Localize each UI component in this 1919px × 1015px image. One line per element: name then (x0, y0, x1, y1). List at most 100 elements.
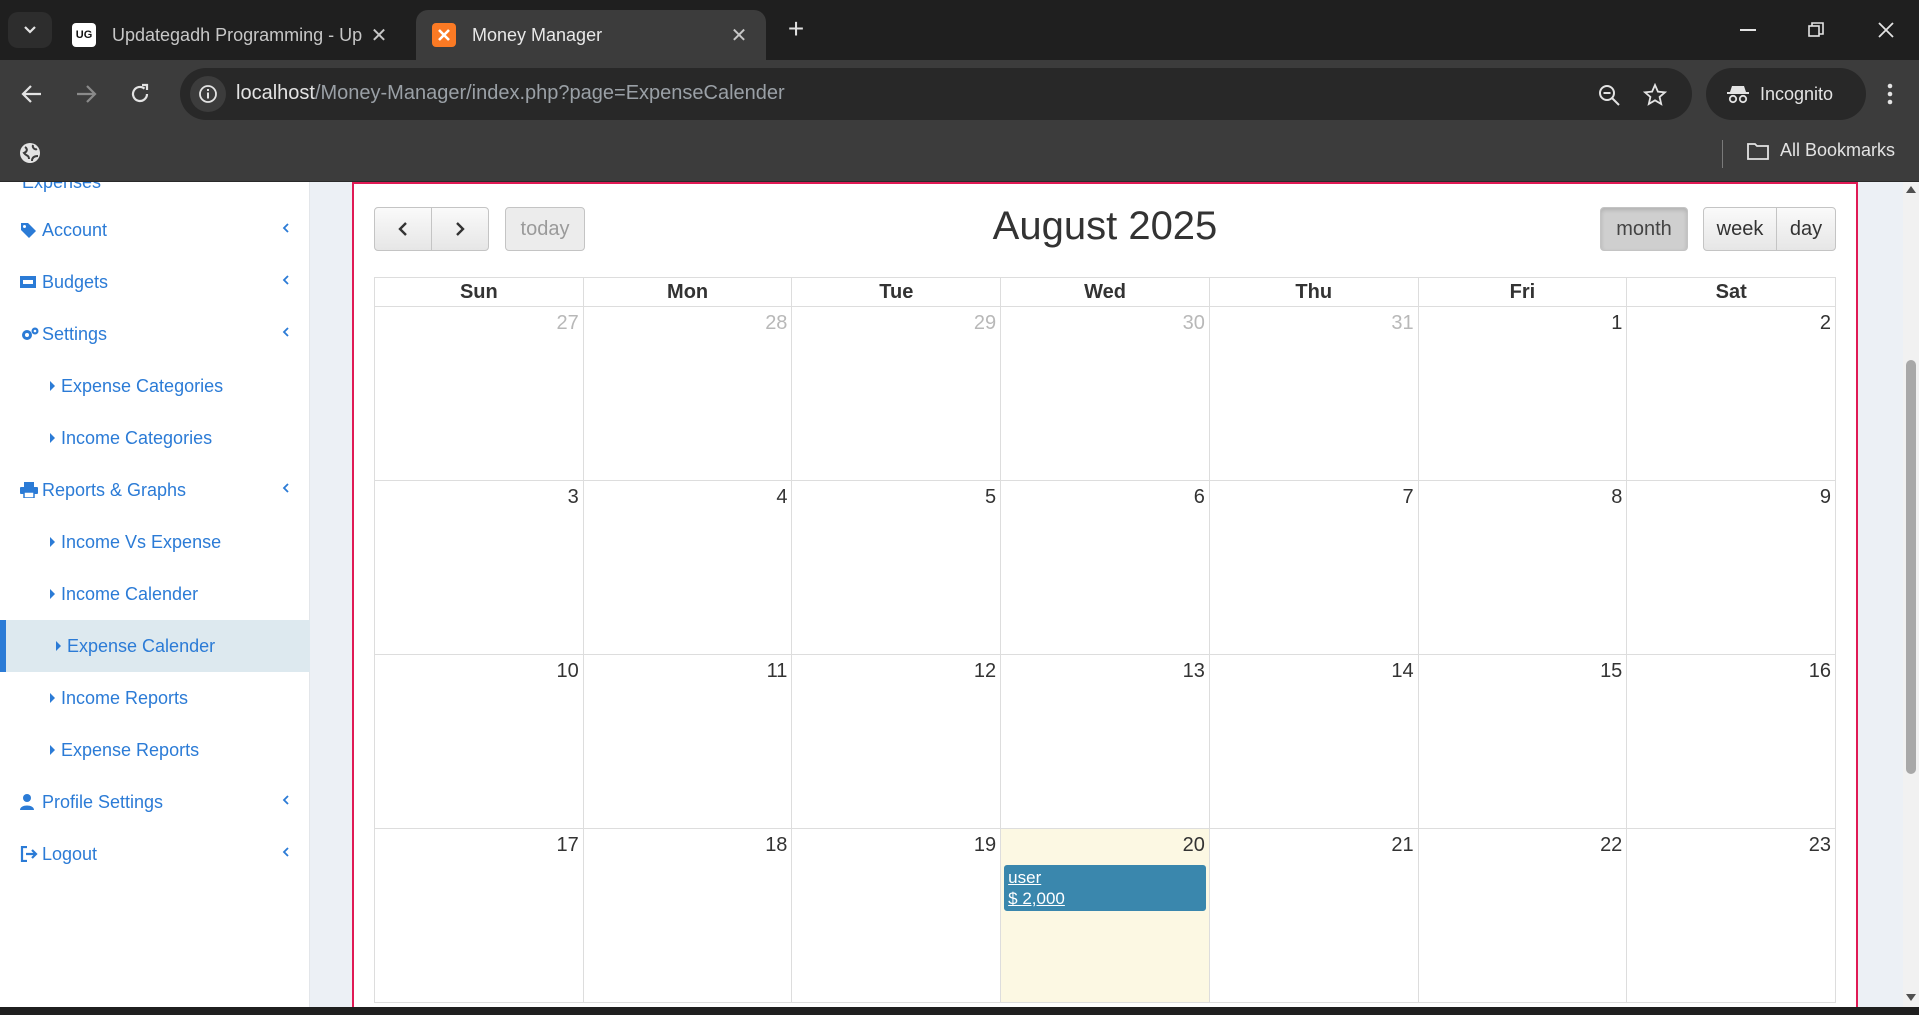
address-bar[interactable]: localhost/Money-Manager/index.php?page=E… (180, 68, 1692, 120)
zoom-button[interactable] (1596, 82, 1622, 108)
calendar-day-cell[interactable]: 29 (792, 307, 1002, 480)
calendar-day-cell[interactable]: 22 (1419, 829, 1628, 1002)
calendar-day-cell[interactable]: 18 (584, 829, 793, 1002)
calendar-day-cell[interactable]: 28 (584, 307, 793, 480)
back-button[interactable] (14, 76, 50, 112)
calendar-day-cell[interactable]: 1 (1419, 307, 1628, 480)
caret-right-icon (50, 745, 55, 755)
weekday-header-wed: Wed (1001, 278, 1210, 306)
calendar-day-cell[interactable]: 9 (1627, 481, 1837, 654)
money-icon (20, 275, 40, 289)
day-number: 30 (1182, 312, 1205, 334)
view-month-button[interactable]: month (1600, 207, 1688, 251)
url-text[interactable]: localhost/Money-Manager/index.php?page=E… (236, 82, 785, 105)
calendar-day-cell[interactable]: 14 (1210, 655, 1419, 828)
sidebar-item-profile-settings[interactable]: Profile Settings (0, 776, 310, 828)
updategadh-favicon-icon: UG (72, 23, 96, 47)
sidebar-item-label: Budgets (42, 271, 109, 292)
minimize-button[interactable] (1728, 14, 1768, 46)
calendar-day-cell[interactable]: 23 (1627, 829, 1837, 1002)
sidebar-item-logout[interactable]: Logout (0, 828, 310, 880)
user-icon (20, 794, 40, 810)
calendar-day-cell[interactable]: 12 (792, 655, 1002, 828)
day-number: 12 (973, 660, 997, 682)
sidebar-item-expense-calender[interactable]: Expense Calender (0, 620, 310, 672)
tab-money-manager[interactable]: Money Manager ✕ (416, 10, 766, 60)
incognito-indicator[interactable]: Incognito (1706, 68, 1866, 120)
calendar-day-cell[interactable]: 7 (1210, 481, 1419, 654)
calendar-day-cell[interactable]: 13 (1001, 655, 1210, 828)
calendar-day-cell[interactable]: 3 (375, 481, 584, 654)
sidebar-item-settings[interactable]: Settings (0, 308, 310, 360)
calendar-day-cell[interactable]: 30 (1001, 307, 1210, 480)
sidebar-item-label: Reports & Graphs (42, 479, 187, 500)
prev-month-button[interactable] (374, 207, 432, 251)
sidebar-item-label: Income Reports (61, 687, 189, 708)
sidebar-item-account[interactable]: Account (0, 204, 310, 256)
scroll-down-icon[interactable] (1906, 994, 1916, 1001)
sidebar-item-label: Expense Calender (67, 635, 216, 656)
sidebar-item-expense-reports[interactable]: Expense Reports (0, 724, 310, 776)
new-tab-button[interactable]: + (780, 14, 812, 46)
calendar-day-cell[interactable]: 4 (584, 481, 793, 654)
calendar-day-cell[interactable]: 11 (584, 655, 793, 828)
sidebar-item-budgets[interactable]: Budgets (0, 256, 310, 308)
sidebar-item-income-vs-expense[interactable]: Income Vs Expense (0, 516, 310, 568)
sidebar-item-expense-categories[interactable]: Expense Categories (0, 360, 310, 412)
close-window-button[interactable] (1866, 14, 1906, 46)
day-number: 22 (1600, 834, 1623, 856)
calendar-day-cell[interactable]: 5 (792, 481, 1002, 654)
sidebar-item-income-calender[interactable]: Income Calender (0, 568, 310, 620)
calendar-week-row: 27 28 29 30 31 1 2 (374, 307, 1837, 481)
day-number: 21 (1391, 834, 1414, 856)
cogs-icon (20, 326, 40, 342)
calendar-day-cell[interactable]: 17 (375, 829, 584, 1002)
today-button[interactable]: today (505, 207, 585, 251)
page-scrollbar[interactable] (1903, 182, 1919, 1007)
day-number: 1 (1611, 312, 1623, 334)
calendar-day-cell-today[interactable]: 20 user $ 2,000 (1001, 829, 1210, 1002)
close-icon[interactable]: ✕ (728, 23, 750, 48)
all-bookmarks-button[interactable]: All Bookmarks (1746, 140, 1895, 161)
calendar-day-cell[interactable]: 10 (375, 655, 584, 828)
site-info-button[interactable] (190, 76, 226, 112)
view-week-button[interactable]: week (1703, 207, 1777, 251)
scroll-thumb[interactable] (1906, 360, 1916, 774)
chevron-left-icon (282, 327, 289, 337)
print-icon (20, 482, 40, 498)
calendar-day-cell[interactable]: 27 (375, 307, 584, 480)
calendar-day-cell[interactable]: 6 (1001, 481, 1210, 654)
day-number: 5 (985, 486, 997, 508)
sidebar-item-expenses-partial[interactable]: Expenses (22, 182, 101, 193)
calendar-day-cell[interactable]: 21 (1210, 829, 1419, 1002)
browser-menu-button[interactable] (1872, 76, 1908, 112)
forward-button[interactable] (68, 76, 104, 112)
sidebar-item-reports-graphs[interactable]: Reports & Graphs (0, 464, 310, 516)
close-icon[interactable]: ✕ (368, 23, 390, 48)
restore-button[interactable] (1796, 14, 1836, 46)
sidebar-item-income-categories[interactable]: Income Categories (0, 412, 310, 464)
caret-right-icon (50, 381, 55, 391)
calendar-event[interactable]: user $ 2,000 (1004, 865, 1206, 911)
reload-button[interactable] (122, 76, 158, 112)
tab-updategadh[interactable]: UG Updategadh Programming - Up ✕ (56, 10, 406, 60)
view-day-button[interactable]: day (1776, 207, 1836, 251)
bookmark-globe[interactable] (18, 141, 42, 170)
calendar-day-cell[interactable]: 8 (1419, 481, 1628, 654)
calendar-day-cell[interactable]: 15 (1419, 655, 1628, 828)
sidebar: Expenses Account Budgets Settings Expens… (0, 182, 310, 1007)
calendar-day-cell[interactable]: 16 (1627, 655, 1837, 828)
chevron-left-icon (282, 275, 289, 285)
sidebar-item-label: Logout (42, 843, 98, 864)
calendar-day-cell[interactable]: 19 (792, 829, 1002, 1002)
bookmark-star-button[interactable] (1642, 82, 1668, 108)
next-month-button[interactable] (431, 207, 489, 251)
tab-search-button[interactable] (8, 12, 52, 48)
day-number: 2 (1819, 312, 1832, 334)
sidebar-item-income-reports[interactable]: Income Reports (0, 672, 310, 724)
event-title: user (1008, 868, 1042, 887)
tab-title: Updategadh Programming - Up (112, 24, 363, 45)
calendar-day-cell[interactable]: 31 (1210, 307, 1419, 480)
scroll-up-icon[interactable] (1906, 186, 1916, 193)
calendar-day-cell[interactable]: 2 (1627, 307, 1837, 480)
